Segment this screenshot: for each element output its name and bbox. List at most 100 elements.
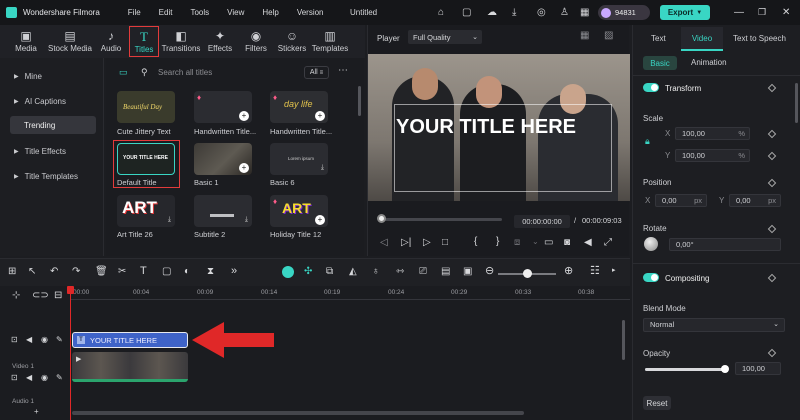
marker-tool-icon[interactable]: ◭	[349, 267, 357, 277]
camera-icon[interactable]: ◙	[564, 238, 570, 248]
speed-icon[interactable]: ⧗	[207, 267, 214, 277]
menu-view[interactable]: View	[227, 8, 244, 17]
stop-icon[interactable]: □	[442, 238, 448, 248]
track-options-icon[interactable]: ⊟	[54, 291, 62, 301]
opacity-slider-track[interactable]	[645, 368, 725, 371]
zoom-out-icon[interactable]: ⊖	[485, 266, 494, 277]
track-edit-icon[interactable]: ✎	[56, 336, 63, 344]
category-trending[interactable]: Trending	[10, 116, 96, 134]
marker-icon[interactable]: ⧈	[514, 238, 520, 248]
track-visibility-icon[interactable]: ◉	[41, 336, 48, 344]
crop-icon[interactable]: ▢	[162, 267, 171, 277]
scale-x-input[interactable]: 100,00%	[675, 127, 750, 140]
tab-stock-media[interactable]: ▤ Stock Media	[46, 25, 94, 58]
download-icon[interactable]: ⤓	[245, 216, 248, 224]
compositing-toggle[interactable]	[643, 273, 659, 282]
grid-scrollbar[interactable]	[358, 86, 361, 116]
more-icon[interactable]: ⋯	[338, 66, 348, 76]
grid-icon[interactable]: ▦	[580, 7, 589, 18]
gift-icon[interactable]: ⌂	[438, 7, 444, 18]
category-mine[interactable]: ▶ Mine	[10, 67, 96, 85]
add-icon[interactable]: +	[239, 111, 249, 121]
opacity-input[interactable]: 100,00	[735, 362, 781, 375]
playback-scrubber[interactable]	[378, 218, 502, 221]
title-thumb-art-26[interactable]: ART ⤓	[117, 195, 175, 227]
keyframe-icon[interactable]	[767, 273, 777, 283]
transform-toggle[interactable]	[643, 83, 659, 92]
tab-media[interactable]: ▣ Media	[6, 25, 46, 58]
scrollbar-right[interactable]	[795, 83, 798, 123]
pip-icon[interactable]: ▣	[463, 267, 472, 277]
track-audio-icon[interactable]: ◀	[26, 374, 32, 382]
title-thumb-handwritten-2[interactable]: ♦ day life +	[270, 91, 328, 123]
tab-transitions[interactable]: ◧ Transitions	[160, 25, 202, 58]
track-lock-icon[interactable]: ⊡	[11, 374, 18, 382]
undo-icon[interactable]: ↶	[50, 267, 58, 277]
link-tracks-icon[interactable]: ⊂⊃	[32, 291, 49, 301]
panel-menu-icon[interactable]: ▸	[612, 267, 616, 274]
redo-icon[interactable]: ↷	[72, 267, 80, 277]
ai-tool-icon[interactable]	[282, 266, 294, 278]
scale-y-input[interactable]: 100,00%	[675, 149, 750, 162]
title-thumb-default[interactable]: YOUR TITLE HERE	[117, 143, 175, 175]
menu-tools[interactable]: Tools	[190, 8, 209, 17]
credits-badge[interactable]: 94831	[598, 5, 650, 20]
category-ai-captions[interactable]: ▶ AI Captions	[10, 92, 96, 110]
minimize-icon[interactable]: —	[734, 7, 744, 18]
add-track-icon[interactable]: ⊹	[12, 291, 20, 301]
mark-out-icon[interactable]: }	[496, 237, 499, 247]
audio-stretch-icon[interactable]: ⇿	[396, 267, 404, 277]
screen-icon[interactable]: ▢	[462, 7, 471, 18]
tab-text-to-speech[interactable]: Text to Speech	[733, 34, 786, 43]
keyframe-icon[interactable]	[767, 178, 777, 188]
tab-video[interactable]: Video	[681, 27, 723, 51]
opacity-slider-handle[interactable]	[721, 365, 729, 373]
split-icon[interactable]: ✂	[118, 267, 126, 277]
mark-in-icon[interactable]: {	[474, 237, 477, 247]
position-y-input[interactable]: 0,00 px	[729, 194, 781, 207]
layout-icon[interactable]: ⊞	[8, 267, 16, 277]
scrubber-handle[interactable]	[377, 214, 386, 223]
add-icon[interactable]: +	[315, 111, 325, 121]
download-icon[interactable]: ⤓	[168, 216, 171, 224]
title-overlay-text[interactable]: YOUR TITLE HERE	[396, 116, 606, 139]
reset-button[interactable]: Reset	[643, 396, 671, 410]
track-lock-icon[interactable]: ⊡	[11, 336, 18, 344]
voiceover-icon[interactable]: ♁	[372, 267, 380, 277]
snapshot-icon[interactable]: ▨	[604, 31, 613, 41]
prev-frame-icon[interactable]: ◁	[380, 238, 388, 248]
zoom-slider-handle[interactable]	[523, 269, 532, 278]
add-icon[interactable]: +	[315, 215, 325, 225]
playhead[interactable]	[70, 286, 71, 420]
position-x-input[interactable]: 0,00 px	[655, 194, 707, 207]
track-edit-icon[interactable]: ✎	[56, 374, 63, 382]
subtab-animation[interactable]: Animation	[691, 58, 727, 67]
download-icon[interactable]: ⤓	[321, 164, 324, 172]
tab-titles[interactable]: T Titles	[128, 25, 160, 58]
color-icon[interactable]: ◐	[184, 267, 190, 277]
menu-help[interactable]: Help	[262, 8, 278, 17]
track-audio-icon[interactable]: ◀	[26, 336, 32, 344]
display-icon[interactable]: ▭	[544, 238, 553, 248]
select-tool-icon[interactable]: ↖	[28, 267, 36, 277]
step-back-icon[interactable]: ▷|	[401, 238, 411, 248]
search-input[interactable]: Search all titles	[158, 68, 298, 77]
rotate-input[interactable]: 0,00°	[669, 238, 781, 251]
more-tools-icon[interactable]: »	[231, 266, 237, 277]
tab-audio[interactable]: ♪ Audio	[94, 25, 128, 58]
snap-icon[interactable]: ✣	[304, 267, 312, 277]
menu-edit[interactable]: Edit	[159, 8, 173, 17]
volume-icon[interactable]: ◀	[584, 238, 592, 248]
rotate-dial[interactable]	[644, 237, 658, 251]
keyframe-icon[interactable]	[767, 83, 777, 93]
tab-text[interactable]: Text	[651, 34, 666, 43]
help-icon[interactable]: ◎	[537, 7, 546, 18]
horizontal-scrollbar[interactable]	[72, 411, 524, 415]
download-icon[interactable]: ⤓	[512, 7, 516, 18]
tab-stickers[interactable]: ☺ Stickers	[274, 25, 310, 58]
keyframe-icon[interactable]	[767, 224, 777, 234]
vertical-scrollbar[interactable]	[622, 320, 625, 360]
preview-video[interactable]: YOUR TITLE HERE	[368, 54, 630, 201]
blend-mode-dropdown[interactable]: Normal ⌄	[643, 318, 785, 332]
tab-templates[interactable]: ▥ Templates	[310, 25, 350, 58]
